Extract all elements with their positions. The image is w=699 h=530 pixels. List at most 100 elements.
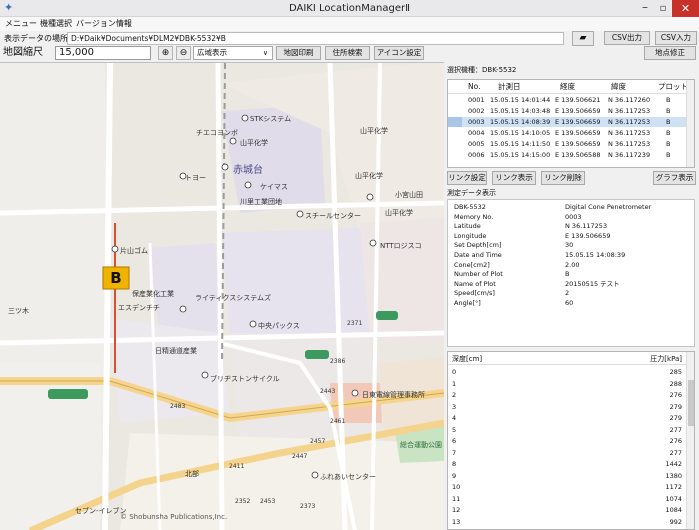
column-header-latitude[interactable]: 緯度 [611,80,626,94]
map-marker-label[interactable]: B [110,269,121,287]
table-row[interactable]: 6 276 [448,436,688,446]
depth-pressure-table[interactable]: 深度[cm] 圧力[kPa] 0 285 1 288 2 276 3 279 4 279 5 277 6… [447,351,695,530]
link-settings-button[interactable]: リンク設定 [447,171,487,185]
csv-export-button[interactable]: CSV出力 [604,31,650,45]
table-row[interactable]: 0001 15.05.15 14:01:44 E 139.506621 N 36.11… [448,95,688,105]
column-header-longitude[interactable]: 経度 [560,80,575,94]
map-label: 総合運動公園 [400,440,442,449]
maximize-button[interactable]: ▫ [654,0,672,17]
cell-pressure: 276 [669,437,682,445]
link-delete-button[interactable]: リンク削除 [541,171,585,185]
cell-depth: 2 [452,391,457,399]
row-header [448,106,462,116]
table-row[interactable]: 0003 15.05.15 14:08:39 E 139.506659 N 36.11… [448,117,688,127]
cell-pressure: 279 [669,402,682,411]
data-field-value: 20150515 テスト [565,279,620,288]
table-row[interactable]: 8 1442 [448,459,688,469]
data-field-row: Angle[°] 60 [454,299,690,309]
data-field-row: Speed[cm/s] 2 [454,289,690,299]
data-field-key: Name of Plot [454,279,496,288]
cell-pressure: 1442 [665,460,682,468]
table-row[interactable]: 7 277 [448,448,688,458]
print-map-button[interactable]: 地図印刷 [276,46,321,60]
close-button[interactable]: ✕ [672,0,699,17]
column-header-plot[interactable]: プロット [658,80,688,94]
data-location-field[interactable]: D:¥Daik¥Documents¥DLM2¥DBK-5532¥B [67,32,564,45]
map-canvas[interactable]: B STKシステム チエコヨンボ 山平化学 赤城台 ケイマス トヨー 小宮山田 … [0,63,444,530]
table-row[interactable]: 12 1084 [448,505,688,515]
point-correct-button[interactable]: 地点修正 [644,46,696,60]
cell-depth: 10 [452,483,461,491]
column-header-date[interactable]: 計測日 [498,80,521,94]
menu-item-version-info[interactable]: バージョン情報 [73,17,135,31]
table-row[interactable]: 0005 15.05.15 14:11:50 E 139.506659 N 36.11… [448,139,688,149]
zoom-out-icon[interactable]: ⊖ [176,46,191,60]
scrollbar-thumb[interactable] [688,380,694,426]
route-number: 2483 [170,403,185,410]
row-header [448,95,462,105]
cell-no: 0006 [468,151,485,159]
map-label: ライティクスシステムズ [195,293,271,302]
route-number: 2352 [235,498,250,505]
address-search-button[interactable]: 住所検索 [325,46,370,60]
icon-settings-button[interactable]: アイコン設定 [374,46,424,60]
data-field-value: N 36.117253 [565,222,608,231]
table-row[interactable]: 0004 15.05.15 14:10:05 E 139.506659 N 36.11… [448,128,688,138]
map-label: 小宮山田 [395,190,423,199]
data-field-row: Latitude N 36.117253 [454,222,690,232]
table-row[interactable]: 0 285 [448,367,688,377]
display-mode-select[interactable]: 広域表示 ∨ [193,46,273,60]
map-scale-input[interactable]: 15,000 [55,46,151,60]
cell-no: 0002 [468,107,485,115]
graph-show-button[interactable]: グラフ表示 [653,171,696,185]
menu-item-model-select[interactable]: 機種選択 [37,17,75,31]
column-header-depth[interactable]: 深度[cm] [452,353,482,365]
row-header [448,117,462,127]
table-row[interactable]: 10 1172 [448,482,688,492]
table-row[interactable]: 5 277 [448,425,688,435]
data-field-row: DBK-5532 Digital Cone Penetrometer [454,203,690,213]
table-row[interactable]: 0002 15.05.15 14:03:48 E 139.506659 N 36.11… [448,106,688,116]
cell-pressure: 279 [669,414,682,422]
row-header [448,139,462,149]
cell-no: 0005 [468,140,485,148]
data-display-panel: DBK-5532 Digital Cone Penetrometer Memory … [447,199,695,347]
table-row[interactable]: 11 1074 [448,494,688,504]
points-table[interactable]: No. 計測日 経度 緯度 プロット 0001 15.05.15 14:01:44… [447,79,695,168]
data-field-row: Cone[cm2] 2.00 [454,261,690,271]
map-label: 山平化学 [360,126,388,135]
points-table-header: No. 計測日 経度 緯度 プロット [448,80,694,94]
csv-import-button[interactable]: CSV入力 [655,31,697,45]
cell-pressure: 288 [669,379,682,388]
map-label: トヨー [185,174,206,182]
table-row[interactable]: 9 1380 [448,471,688,481]
route-number: 2373 [300,503,315,510]
map-label: ふれあいセンター [320,472,376,481]
folder-open-icon[interactable]: ▰ [572,31,594,46]
map-label: 片山ゴム [120,246,148,255]
depth-table-scrollbar[interactable] [686,352,694,529]
zoom-in-icon[interactable]: ⊕ [158,46,173,60]
menu-item-menu[interactable]: メニュー [2,17,40,31]
minimize-button[interactable]: – [636,0,654,17]
map-view[interactable]: B STKシステム チエコヨンボ 山平化学 赤城台 ケイマス トヨー 小宮山田 … [0,62,444,530]
map-label: 川里工業団地 [240,197,282,206]
cell-plot: B [666,107,671,115]
table-row[interactable]: 13 992 [448,517,688,527]
points-table-scrollbar[interactable] [686,80,694,167]
table-row[interactable]: 3 279 [448,402,688,412]
table-row[interactable]: 2 276 [448,390,688,400]
map-label: 山平化学 [385,208,413,217]
column-header-no[interactable]: No. [468,80,480,94]
cell-longitude: E 139.506659 [555,140,601,148]
table-row[interactable]: 0006 15.05.15 14:15:00 E 139.506588 N 36.11… [448,150,688,160]
table-row[interactable]: 1 288 [448,379,688,389]
cell-pressure: 1074 [665,494,682,503]
map-label: 赤城台 [233,163,263,176]
column-header-pressure[interactable]: 圧力[kPa] [650,353,682,365]
data-field-value: E 139.506659 [565,231,611,240]
link-show-button[interactable]: リンク表示 [492,171,536,185]
table-row[interactable]: 4 279 [448,413,688,423]
cell-pressure: 1380 [665,471,682,480]
route-number: 2447 [292,453,307,460]
